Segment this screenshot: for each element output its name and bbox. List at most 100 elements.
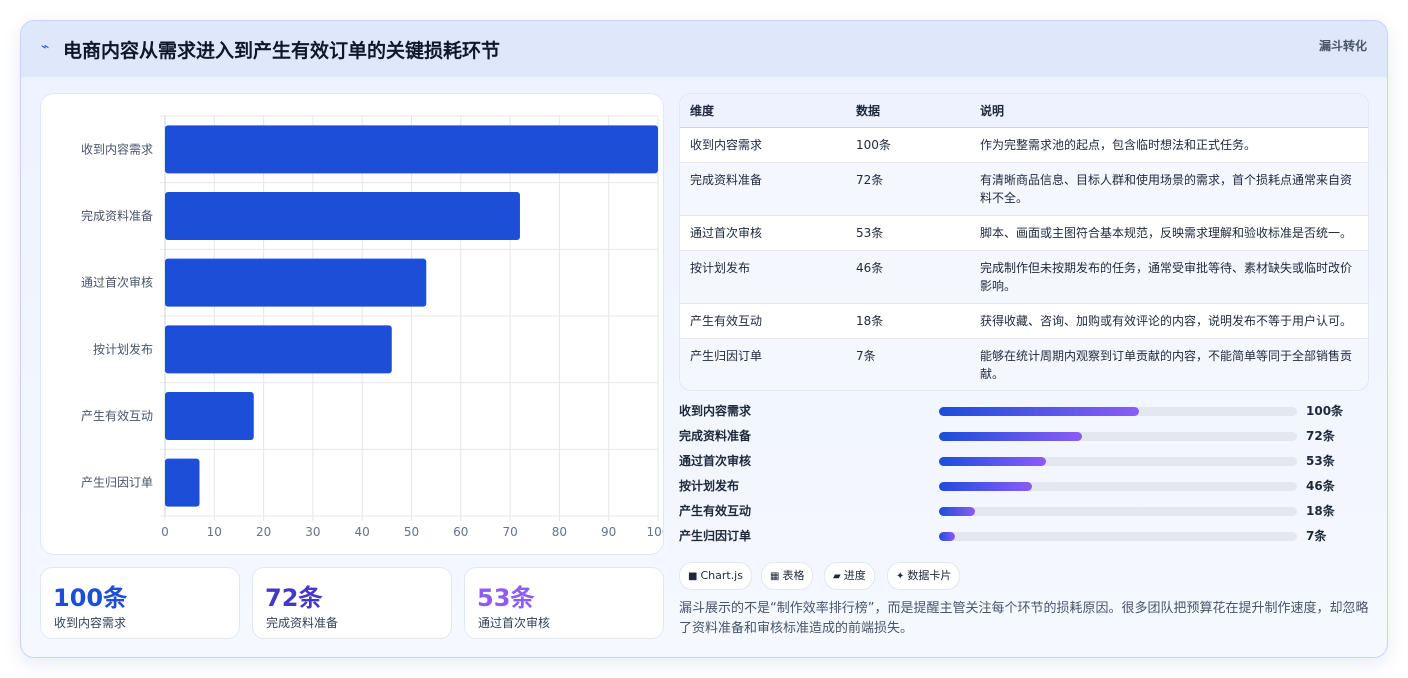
bar	[165, 125, 658, 174]
table-cell-data: 46条	[846, 250, 970, 304]
table-row: 产生有效互动 18条 获得收藏、咨询、加购或有效评论的内容，说明发布不等于用户认…	[680, 303, 1368, 339]
table-cell-description: 获得收藏、咨询、加购或有效评论的内容，说明发布不等于用户认可。	[970, 303, 1368, 339]
category-tag: 漏斗转化	[1318, 39, 1367, 53]
progress-track	[939, 457, 1297, 466]
table-row: 收到内容需求 100条 作为完整需求池的起点，包含临时想法和正式任务。	[680, 127, 1368, 163]
table-cell-dimension: 完成资料准备	[680, 162, 846, 216]
chip-chartjs[interactable]: ■ Chart.js	[679, 562, 752, 590]
chip-label: 表格	[782, 569, 805, 582]
y-tick-label: 完成资料准备	[81, 208, 153, 223]
bar	[165, 458, 200, 507]
progress-label: 产生归因订单	[679, 529, 752, 543]
chart-line-icon: ⌁	[41, 39, 50, 55]
stat-value: 100条	[53, 584, 128, 612]
x-tick-label: 10	[207, 525, 222, 539]
chart-icon: ■	[688, 571, 698, 582]
progress-row: 按计划发布 46条	[679, 477, 1369, 497]
progress-row: 通过首次审核 53条	[679, 452, 1369, 472]
y-tick-label: 产生归因订单	[81, 476, 153, 490]
chip-table[interactable]: ▦ 表格	[761, 562, 814, 590]
bar	[165, 325, 392, 374]
table-row: 产生归因订单 7条 能够在统计周期内观察到订单贡献的内容，不能简单等同于全部销售…	[680, 338, 1368, 390]
progress-value: 46条	[1306, 479, 1335, 493]
stat-label: 收到内容需求	[54, 616, 127, 630]
progress-label: 收到内容需求	[679, 404, 752, 418]
view-chips: ■ Chart.js ▦ 表格 ▰ 进度 ✦ 数据卡片	[679, 562, 1369, 590]
stat-card: 100条 收到内容需求	[40, 567, 240, 639]
stat-label: 完成资料准备	[266, 616, 339, 630]
bar-chart-svg: 0 10 20 30 40 50 60 70 80 90 100 收到内容需求完成资料准备通过首次审核…	[81, 115, 663, 539]
table-cell-data: 100条	[846, 127, 970, 163]
progress-track	[939, 532, 1297, 541]
x-tick-label: 70	[502, 525, 517, 539]
stat-label: 通过首次审核	[478, 616, 551, 630]
bar	[165, 258, 427, 307]
table-row: 完成资料准备 72条 有清晰商品信息、目标人群和使用场景的需求，首个损耗点通常来…	[680, 162, 1368, 216]
progress-icon: ▰	[833, 571, 841, 582]
progress-fill	[939, 457, 1047, 466]
stat-value: 72条	[265, 584, 323, 612]
y-tick-label: 通过首次审核	[81, 275, 153, 290]
chip-progress[interactable]: ▰ 进度	[824, 562, 875, 590]
table-header-description: 说明	[970, 94, 1368, 128]
table-header-data: 数据	[846, 94, 970, 128]
table-cell-data: 72条	[846, 162, 970, 216]
table-row: 通过首次审核 53条 脚本、画面或主图符合基本规范，反映需求理解和验收标准是否统…	[680, 215, 1368, 251]
table-icon: ▦	[770, 571, 780, 582]
x-tick-label: 50	[404, 525, 419, 539]
chip-label: 数据卡片	[907, 569, 952, 582]
x-tick-label: 30	[305, 525, 320, 539]
bar-chart: 0 10 20 30 40 50 60 70 80 90 100 收到内容需求完成资料准备通过首次审核…	[40, 93, 664, 555]
x-tick-label: 20	[256, 525, 271, 539]
table-cell-dimension: 按计划发布	[680, 250, 846, 304]
progress-value: 72条	[1306, 429, 1335, 443]
progress-value: 7条	[1306, 529, 1327, 543]
progress-row: 产生归因订单 7条	[679, 527, 1369, 547]
progress-fill	[939, 507, 975, 516]
progress-value: 100条	[1306, 404, 1344, 418]
x-tick-label: 40	[355, 525, 370, 539]
progress-label: 通过首次审核	[679, 454, 752, 468]
table-cell-description: 脚本、画面或主图符合基本规范，反映需求理解和验收标准是否统一。	[970, 215, 1368, 251]
progress-track	[939, 507, 1297, 516]
summary-note: 漏斗展示的不是“制作效率排行榜”，而是提醒主管关注每个环节的损耗原因。很多团队把…	[679, 601, 1369, 636]
progress-value: 53条	[1306, 454, 1335, 468]
table-cell-dimension: 收到内容需求	[680, 127, 846, 163]
x-tick-label: 90	[601, 525, 616, 539]
table-cell-description: 完成制作但未按期发布的任务，通常受审批等待、素材缺失或临时改价影响。	[970, 250, 1368, 304]
progress-row: 产生有效互动 18条	[679, 502, 1369, 522]
progress-track	[939, 482, 1297, 491]
progress-value: 18条	[1306, 504, 1335, 518]
chip-label: Chart.js	[700, 569, 743, 582]
table-cell-description: 有清晰商品信息、目标人群和使用场景的需求，首个损耗点通常来自资料不全。	[970, 162, 1368, 216]
progress-label: 产生有效互动	[679, 504, 752, 518]
table-header-dimension: 维度	[680, 94, 846, 128]
stat-card: 53条 通过首次审核	[464, 567, 664, 639]
page-title: 电商内容从需求进入到产生有效订单的关键损耗环节	[63, 40, 501, 62]
table-cell-data: 53条	[846, 215, 970, 251]
y-tick-label: 收到内容需求	[81, 141, 153, 156]
progress-track	[939, 407, 1297, 416]
progress-fill	[939, 482, 1033, 491]
progress-label: 完成资料准备	[679, 429, 752, 443]
table-cell-data: 18条	[846, 303, 970, 339]
chip-data-cards[interactable]: ✦ 数据卡片	[887, 562, 961, 590]
progress-label: 按计划发布	[679, 479, 740, 493]
sparkle-icon: ✦	[896, 571, 905, 582]
table-cell-description: 能够在统计周期内观察到订单贡献的内容，不能简单等同于全部销售贡献。	[970, 338, 1368, 390]
chip-label: 进度	[843, 569, 866, 582]
x-tick-label: 100	[647, 525, 663, 539]
table-cell-dimension: 产生有效互动	[680, 303, 846, 339]
stat-value: 53条	[477, 584, 535, 612]
x-tick-label: 80	[552, 525, 567, 539]
progress-fill	[939, 407, 1140, 416]
x-tick-label: 0	[161, 525, 169, 539]
progress-row: 完成资料准备 72条	[679, 427, 1369, 447]
table-row: 按计划发布 46条 完成制作但未按期发布的任务，通常受审批等待、素材缺失或临时改…	[680, 250, 1368, 304]
bar	[165, 192, 520, 240]
card-header: ⌁ 电商内容从需求进入到产生有效订单的关键损耗环节 漏斗转化	[21, 21, 1387, 77]
data-table: 维度 数据 说明 收到内容需求 100条 作为完整需求池的起点，包含临时想法和正…	[679, 93, 1369, 391]
bar	[165, 392, 254, 440]
table-cell-dimension: 产生归因订单	[680, 338, 846, 390]
progress-fill	[939, 532, 956, 541]
